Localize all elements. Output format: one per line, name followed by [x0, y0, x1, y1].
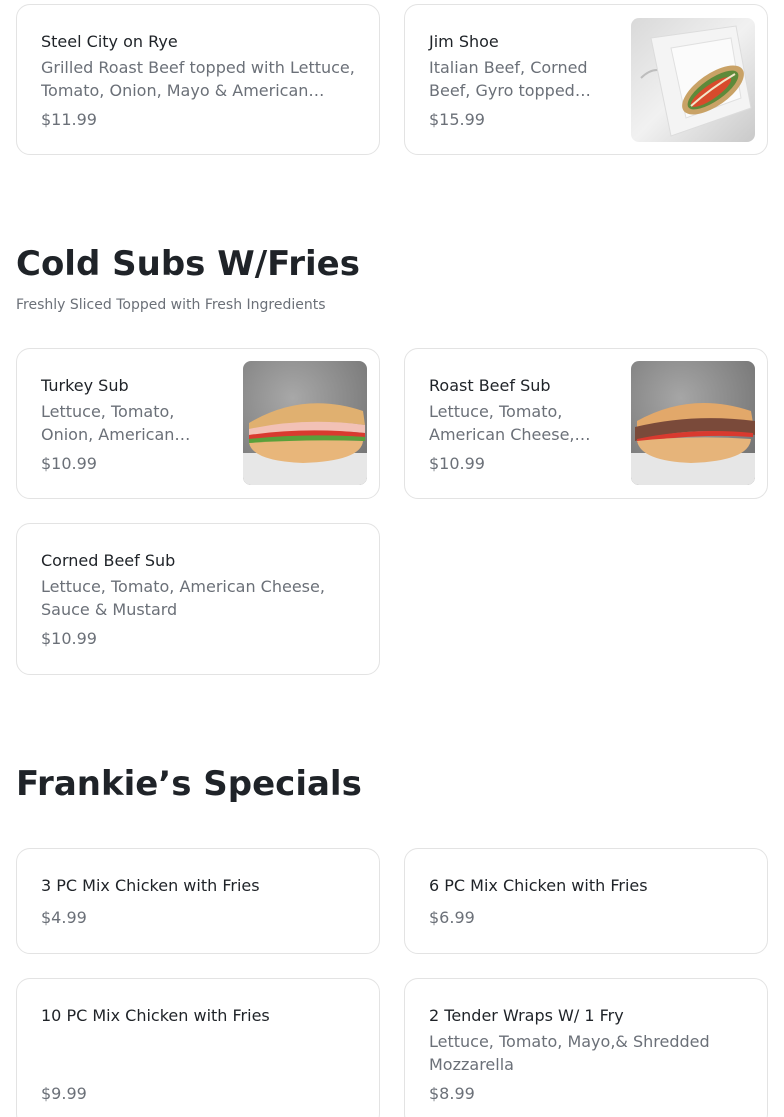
menu-item-card[interactable]: Corned Beef Sub Lettuce, Tomato, America…	[16, 523, 380, 675]
item-price: $15.99	[429, 110, 485, 129]
item-price: $11.99	[41, 110, 97, 129]
menu-item-card[interactable]: Jim Shoe Italian Beef, Corned Beef, Gyro…	[404, 4, 768, 155]
section-title: Frankie’s Specials	[16, 764, 362, 804]
section-subtitle: Freshly Sliced Topped with Fresh Ingredi…	[16, 297, 326, 313]
item-name: 2 Tender Wraps W/ 1 Fry	[429, 1006, 624, 1025]
item-price: $8.99	[429, 1084, 475, 1103]
item-price: $4.99	[41, 908, 87, 927]
item-name: 10 PC Mix Chicken with Fries	[41, 1006, 270, 1025]
item-name: Steel City on Rye	[41, 32, 178, 51]
menu-item-card[interactable]: Steel City on Rye Grilled Roast Beef top…	[16, 4, 380, 155]
item-price: $10.99	[429, 454, 485, 473]
item-description: Italian Beef, Corned Beef, Gyro topped w…	[429, 58, 588, 100]
item-price: $9.99	[41, 1084, 87, 1103]
menu-page: Steel City on Rye Grilled Roast Beef top…	[0, 0, 784, 1117]
item-name: Corned Beef Sub	[41, 551, 176, 570]
menu-item-card[interactable]: 10 PC Mix Chicken with Fries $9.99	[16, 978, 380, 1117]
menu-item-card[interactable]: 2 Tender Wraps W/ 1 Fry Lettuce, Tomato,…	[404, 978, 768, 1117]
roast-beef-sub-photo	[631, 361, 755, 485]
item-name: Turkey Sub	[41, 376, 129, 395]
sandwich-container-photo	[631, 18, 755, 142]
section-title: Cold Subs W/Fries	[16, 244, 360, 284]
item-name: 6 PC Mix Chicken with Fries	[429, 876, 648, 895]
item-description: Lettuce, Tomato, Onion, American Cheese	[41, 402, 175, 444]
item-description: Grilled Roast Beef topped with Lettuce, …	[41, 58, 355, 100]
menu-item-card[interactable]: 6 PC Mix Chicken with Fries $6.99	[404, 848, 768, 954]
item-price: $6.99	[429, 908, 475, 927]
menu-item-card[interactable]: 3 PC Mix Chicken with Fries $4.99	[16, 848, 380, 954]
item-name: 3 PC Mix Chicken with Fries	[41, 876, 260, 895]
item-name: Jim Shoe	[429, 32, 499, 51]
item-price: $10.99	[41, 629, 97, 648]
item-description: Lettuce, Tomato, American Cheese, Sauce …	[41, 577, 325, 619]
item-description: Lettuce, Tomato, Mayo,& Shredded Mozzare…	[429, 1032, 710, 1074]
menu-item-card[interactable]: Turkey Sub Lettuce, Tomato, Onion, Ameri…	[16, 348, 380, 499]
menu-item-card[interactable]: Roast Beef Sub Lettuce, Tomato, American…	[404, 348, 768, 499]
item-name: Roast Beef Sub	[429, 376, 551, 395]
item-description: Lettuce, Tomato, American Cheese, Onion	[429, 402, 575, 444]
turkey-sub-photo	[243, 361, 367, 485]
item-price: $10.99	[41, 454, 97, 473]
